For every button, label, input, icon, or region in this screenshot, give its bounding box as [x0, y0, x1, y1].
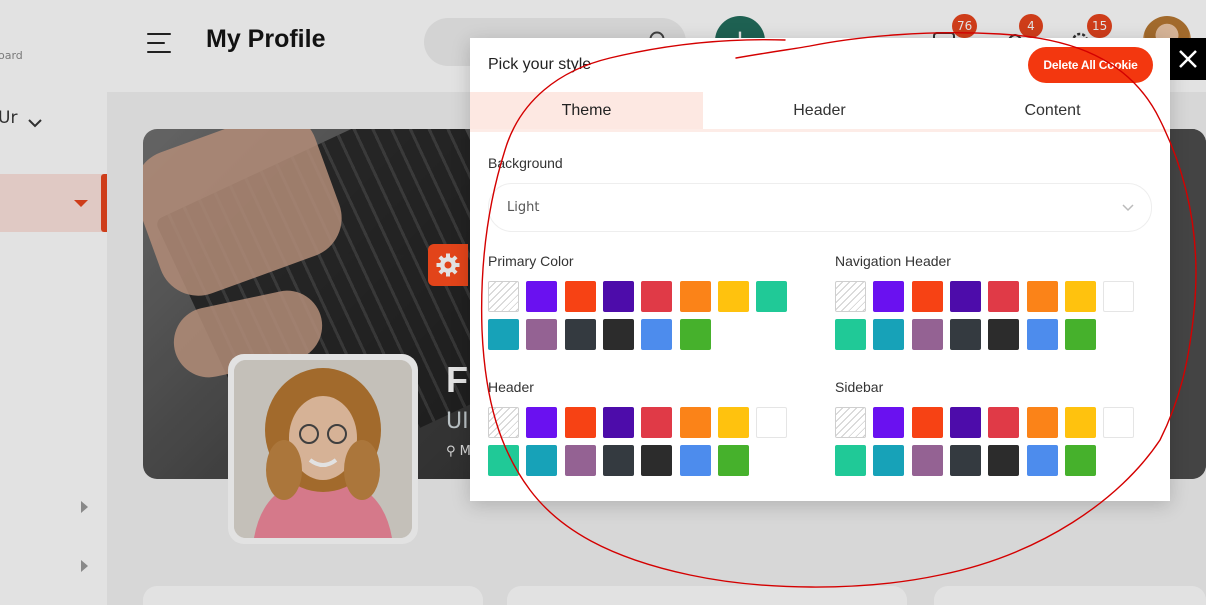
sidebar-label: Sidebar: [835, 379, 884, 395]
color-swatch[interactable]: [641, 319, 673, 350]
color-swatch[interactable]: [873, 281, 905, 312]
color-swatch[interactable]: [526, 319, 558, 350]
color-swatch[interactable]: [1103, 281, 1135, 312]
close-button[interactable]: [1170, 38, 1206, 80]
tab-header[interactable]: Header: [703, 92, 936, 129]
color-swatch[interactable]: [564, 281, 596, 312]
color-swatch[interactable]: [602, 319, 634, 350]
color-swatch[interactable]: [988, 319, 1020, 350]
color-swatch-none[interactable]: [835, 407, 866, 438]
color-swatch[interactable]: [679, 445, 711, 476]
chevron-down-icon: [1122, 204, 1134, 212]
color-swatch[interactable]: [949, 281, 981, 312]
color-swatch[interactable]: [641, 281, 673, 312]
color-swatch[interactable]: [679, 319, 711, 350]
color-swatch[interactable]: [756, 281, 788, 312]
color-swatch[interactable]: [835, 319, 866, 350]
color-swatch[interactable]: [835, 445, 866, 476]
style-picker-panel: Pick your style Delete All Cookie Theme …: [470, 38, 1170, 501]
color-swatch[interactable]: [526, 445, 558, 476]
color-swatch[interactable]: [717, 445, 749, 476]
tab-theme[interactable]: Theme: [470, 92, 703, 129]
color-swatch[interactable]: [1026, 281, 1058, 312]
color-swatch[interactable]: [679, 407, 711, 438]
color-swatch-none[interactable]: [488, 281, 519, 312]
color-swatch[interactable]: [911, 407, 943, 438]
color-swatch[interactable]: [602, 281, 634, 312]
panel-title: Pick your style: [488, 56, 592, 73]
color-swatch[interactable]: [602, 445, 634, 476]
color-swatch[interactable]: [988, 445, 1020, 476]
delete-all-cookie-button[interactable]: Delete All Cookie: [1028, 47, 1153, 83]
color-swatch[interactable]: [1064, 319, 1096, 350]
color-swatch[interactable]: [873, 407, 905, 438]
color-swatch[interactable]: [1103, 407, 1135, 438]
color-swatch[interactable]: [717, 281, 749, 312]
color-swatch[interactable]: [1064, 445, 1096, 476]
color-swatch[interactable]: [911, 445, 943, 476]
color-swatch[interactable]: [1026, 407, 1058, 438]
background-select[interactable]: Light: [488, 183, 1152, 232]
color-swatch[interactable]: [564, 319, 596, 350]
color-swatch[interactable]: [949, 407, 981, 438]
color-swatch[interactable]: [1026, 445, 1058, 476]
navigation-header-label: Navigation Header: [835, 253, 951, 269]
background-select-value: Light: [507, 200, 540, 215]
color-swatch[interactable]: [1064, 407, 1096, 438]
color-swatch-none[interactable]: [835, 281, 866, 312]
color-swatch[interactable]: [911, 319, 943, 350]
style-tabs: Theme Header Content: [470, 92, 1170, 132]
color-swatch[interactable]: [988, 407, 1020, 438]
tab-content[interactable]: Content: [936, 92, 1169, 129]
color-swatch[interactable]: [679, 281, 711, 312]
color-swatch[interactable]: [1026, 319, 1058, 350]
color-swatch[interactable]: [488, 319, 519, 350]
color-swatch[interactable]: [1064, 281, 1096, 312]
color-swatch[interactable]: [988, 281, 1020, 312]
close-icon: [1179, 50, 1197, 68]
color-swatch[interactable]: [564, 407, 596, 438]
primary-color-label: Primary Color: [488, 253, 574, 269]
background-label: Background: [488, 155, 563, 171]
color-swatch[interactable]: [526, 281, 558, 312]
color-swatch[interactable]: [949, 445, 981, 476]
color-swatch[interactable]: [641, 407, 673, 438]
color-swatch[interactable]: [717, 407, 749, 438]
color-swatch[interactable]: [602, 407, 634, 438]
color-swatch[interactable]: [756, 407, 788, 438]
color-swatch[interactable]: [873, 445, 905, 476]
color-swatch[interactable]: [526, 407, 558, 438]
color-swatch-none[interactable]: [488, 407, 519, 438]
header-label: Header: [488, 379, 534, 395]
color-swatch[interactable]: [949, 319, 981, 350]
color-swatch[interactable]: [564, 445, 596, 476]
color-swatch[interactable]: [488, 445, 519, 476]
color-swatch[interactable]: [911, 281, 943, 312]
color-swatch[interactable]: [873, 319, 905, 350]
color-swatch[interactable]: [641, 445, 673, 476]
